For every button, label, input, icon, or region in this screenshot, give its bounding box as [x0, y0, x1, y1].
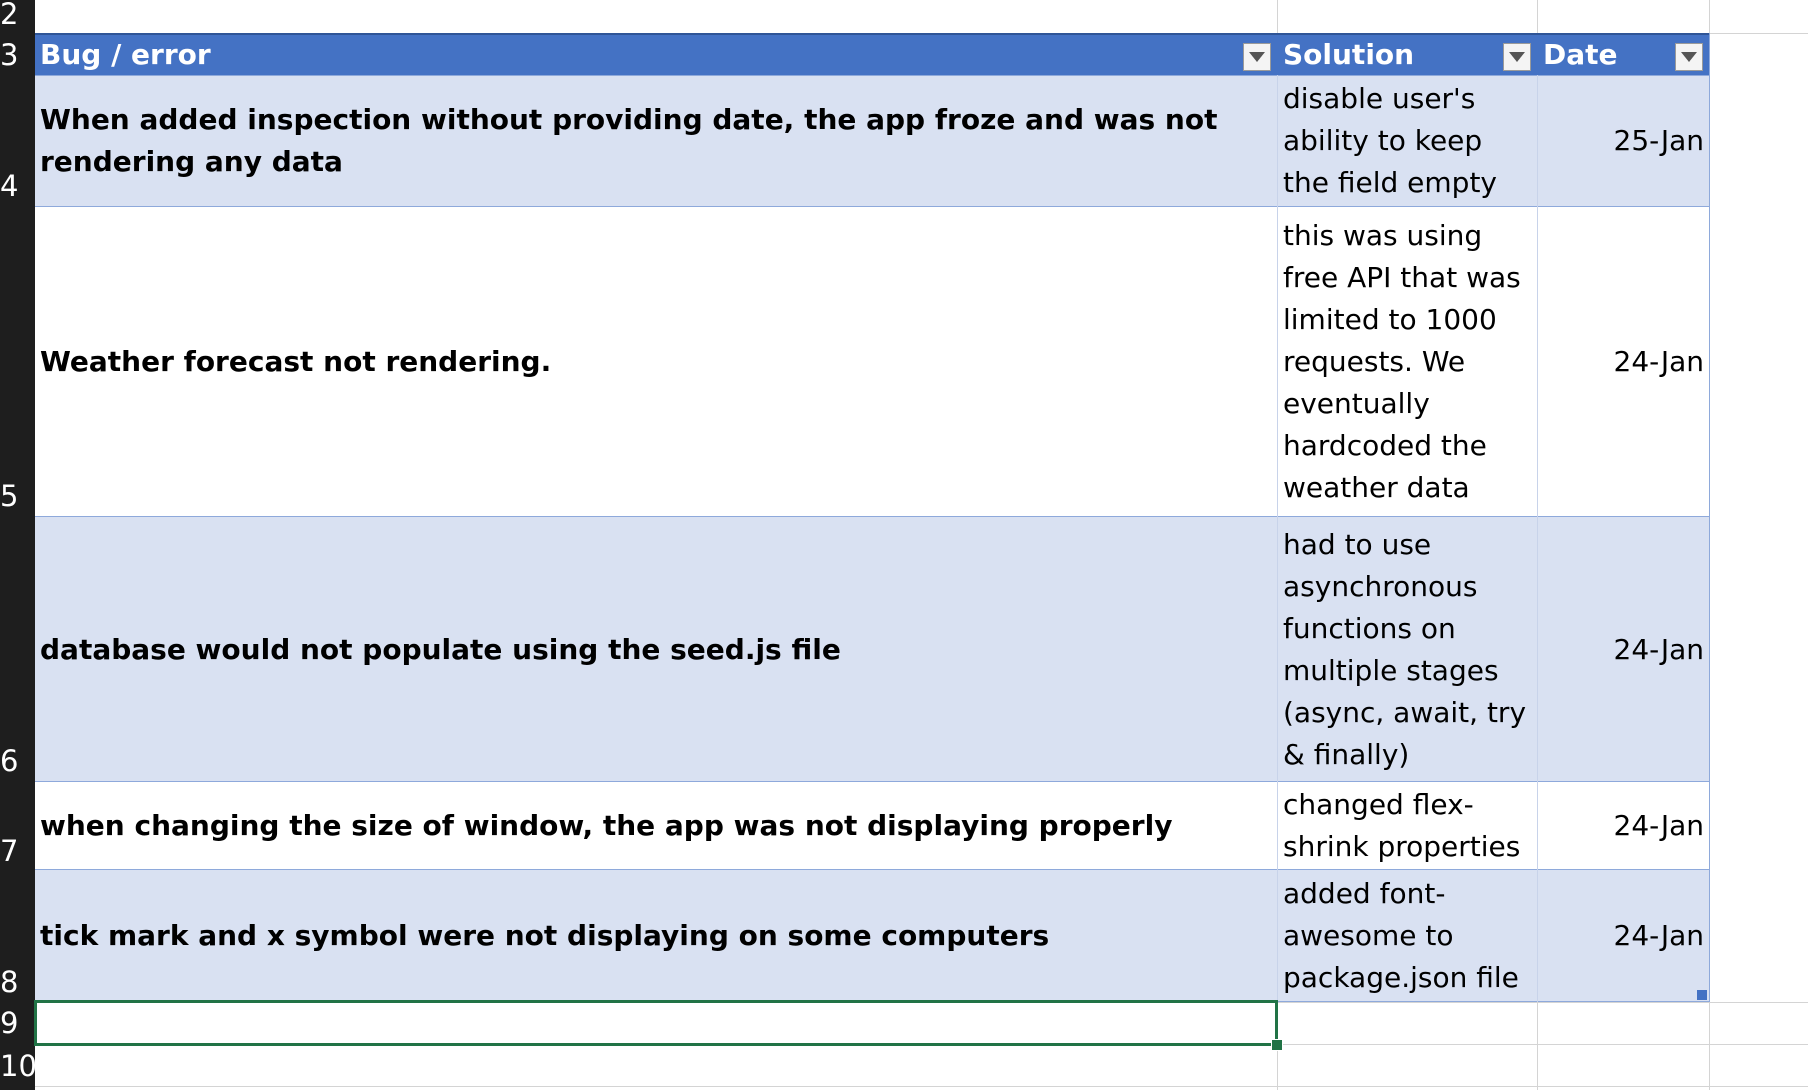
- table-resize-handle[interactable]: [1697, 990, 1707, 1000]
- table-right-border: [1709, 33, 1710, 1002]
- cell-solution[interactable]: this was using free API that was limited…: [1278, 207, 1538, 517]
- table-row-border: [35, 869, 1710, 870]
- row-number-5[interactable]: 5: [0, 482, 35, 511]
- gridline: [35, 1086, 1808, 1087]
- selected-cell[interactable]: [34, 1000, 1278, 1046]
- table-column-border: [1537, 75, 1538, 1002]
- row-number-8[interactable]: 8: [0, 968, 35, 997]
- column-header-date[interactable]: Date: [1538, 33, 1710, 75]
- cell-date[interactable]: 24-Jan: [1538, 870, 1710, 1002]
- table-row-border: [35, 516, 1710, 517]
- cell-text: when changing the size of window, the ap…: [40, 809, 1173, 842]
- row-number-3[interactable]: 3: [0, 41, 35, 70]
- row-number-6[interactable]: 6: [0, 747, 35, 776]
- cell-date[interactable]: 24-Jan: [1538, 517, 1710, 782]
- cell-bug[interactable]: database would not populate using the se…: [35, 517, 1278, 782]
- column-header-label: Bug / error: [40, 38, 211, 71]
- cell-text: 24-Jan: [1613, 632, 1704, 666]
- cell-text: database would not populate using the se…: [40, 632, 841, 666]
- cell-text: 25-Jan: [1613, 124, 1704, 157]
- table-column-border: [1277, 75, 1278, 1002]
- cell-text: When added inspection without providing …: [40, 103, 1218, 178]
- cell-text: had to use asynchronous functions on mul…: [1283, 527, 1527, 771]
- cell-date[interactable]: 24-Jan: [1538, 207, 1710, 517]
- cell-text: this was using free API that was limited…: [1283, 219, 1521, 504]
- row-number-10[interactable]: 10: [0, 1052, 35, 1081]
- column-header-solution[interactable]: Solution: [1278, 33, 1538, 75]
- chevron-down-icon: [1681, 52, 1697, 62]
- row-header-column: [0, 0, 35, 1090]
- cell-solution[interactable]: disable user's ability to keep the field…: [1278, 75, 1538, 207]
- column-header-label: Solution: [1283, 38, 1415, 71]
- filter-dropdown-icon[interactable]: [1675, 43, 1703, 71]
- cell-date[interactable]: 25-Jan: [1538, 75, 1710, 207]
- filter-dropdown-icon[interactable]: [1503, 43, 1531, 71]
- cell-text: Weather forecast not rendering.: [40, 345, 552, 378]
- cell-solution[interactable]: added font-awesome to package.json file: [1278, 870, 1538, 1002]
- row-number-7[interactable]: 7: [0, 837, 35, 866]
- cell-text: 24-Jan: [1613, 345, 1704, 378]
- row-number-4[interactable]: 4: [0, 172, 35, 201]
- cell-bug[interactable]: When added inspection without providing …: [35, 75, 1278, 207]
- column-header-bug-error[interactable]: Bug / error: [35, 33, 1278, 75]
- cell-bug[interactable]: Weather forecast not rendering.: [35, 207, 1278, 517]
- cell-solution[interactable]: had to use asynchronous functions on mul…: [1278, 517, 1538, 782]
- filter-dropdown-icon[interactable]: [1243, 43, 1271, 71]
- cell-text: 24-Jan: [1613, 919, 1704, 952]
- cell-text: disable user's ability to keep the field…: [1283, 82, 1497, 199]
- cell-bug[interactable]: tick mark and x symbol were not displayi…: [35, 870, 1278, 1002]
- cell-text: added font-awesome to package.json file: [1283, 877, 1519, 994]
- chevron-down-icon: [1249, 52, 1265, 62]
- cell-bug[interactable]: when changing the size of window, the ap…: [35, 782, 1278, 870]
- cell-text: changed flex-shrink properties: [1283, 788, 1521, 863]
- cell-text: 24-Jan: [1613, 809, 1704, 842]
- table-row-border: [35, 781, 1710, 782]
- row-number-9[interactable]: 9: [0, 1009, 35, 1038]
- column-header-label: Date: [1543, 38, 1618, 71]
- table-row-border: [35, 75, 1710, 76]
- cell-text: tick mark and x symbol were not displayi…: [40, 919, 1050, 952]
- table-row-border: [35, 206, 1710, 207]
- cell-date[interactable]: 24-Jan: [1538, 782, 1710, 870]
- fill-handle[interactable]: [1271, 1039, 1283, 1051]
- cell-solution[interactable]: changed flex-shrink properties: [1278, 782, 1538, 870]
- chevron-down-icon: [1509, 52, 1525, 62]
- row-number-2[interactable]: 2: [0, 0, 35, 29]
